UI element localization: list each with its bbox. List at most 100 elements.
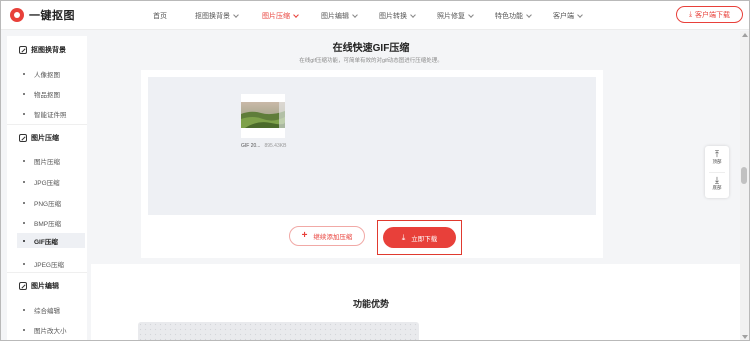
sidebar-item-label: 图片改大小 xyxy=(34,328,67,335)
nav-features-label: 特色功能 xyxy=(495,12,523,20)
bullet-icon xyxy=(23,222,25,224)
nav-home-label: 首页 xyxy=(153,12,167,20)
scroll-down-icon[interactable] xyxy=(742,335,748,339)
bullet-icon xyxy=(23,263,25,265)
chevron-down-icon xyxy=(352,11,358,18)
sidebar-item-label: JPEG压缩 xyxy=(34,262,64,269)
feature-title: 功能优势 xyxy=(352,299,389,309)
sidebar-item-jpg[interactable]: JPG压缩 xyxy=(23,177,60,187)
sidebar-item-label: 智能证件照 xyxy=(34,112,67,119)
file-thumbnail[interactable] xyxy=(241,94,285,138)
sidebar-item-portrait[interactable]: 人像抠图 xyxy=(23,69,60,79)
sidebar-item-image-compress[interactable]: 图片压缩 xyxy=(23,156,60,166)
sidebar-item-label: JPG压缩 xyxy=(34,180,60,187)
browser-viewport: 一键抠图 首页 抠图换背景 图片压缩 图片编辑 图片转换 照片修复 特色功能 客… xyxy=(0,0,750,341)
edit-icon xyxy=(19,282,27,290)
arrow-up-icon: ⤒ xyxy=(715,149,719,159)
chevron-down-icon xyxy=(526,11,532,18)
scrollbar-track[interactable] xyxy=(740,31,749,340)
nav-cutout-label: 抠图换背景 xyxy=(195,12,230,20)
bullet-icon xyxy=(23,93,25,95)
compress-icon xyxy=(19,134,27,142)
sidebar-section-cutout[interactable]: 抠图换背景 xyxy=(19,45,66,55)
sidebar-item-label: PNG压缩 xyxy=(34,201,62,208)
page-subtitle: 在线gif压缩功能，可简单有效的对gif动态图进行压缩处理。 xyxy=(299,58,443,64)
landscape-thumbnail-image xyxy=(241,102,285,128)
highlight-box: ⤓ 立即下载 xyxy=(377,220,462,255)
sidebar-item-label: 物品抠图 xyxy=(34,92,60,99)
bullet-icon xyxy=(23,239,25,242)
sidebar-section-edit[interactable]: 图片编辑 xyxy=(19,281,59,291)
download-icon: ⤓ xyxy=(688,10,693,18)
upload-drop-area[interactable]: GIF 20... 895.43KB xyxy=(148,77,596,215)
sidebar-section-title: 图片编辑 xyxy=(31,283,59,290)
download-icon: ⤓ xyxy=(401,232,406,242)
chevron-down-icon xyxy=(468,11,474,18)
back-to-top-label: 顶部 xyxy=(712,159,722,164)
sidebar-item-gif[interactable]: GIF压缩 xyxy=(17,233,85,248)
go-to-bottom-label: 底部 xyxy=(712,185,722,190)
scroll-up-icon[interactable] xyxy=(742,33,748,37)
sidebar-item-general-edit[interactable]: 综合编辑 xyxy=(23,305,60,315)
nav-convert[interactable]: 图片转换 xyxy=(379,1,437,30)
sidebar-item-label: 人像抠图 xyxy=(34,72,60,79)
sidebar-item-label: GIF压缩 xyxy=(34,238,58,246)
file-size: 895.43KB xyxy=(264,143,287,149)
sidebar: 抠图换背景 人像抠图 物品抠图 智能证件照 图片压缩 图片压缩 JPG压缩 PN… xyxy=(7,36,87,340)
nav-edit-label: 图片编辑 xyxy=(321,12,349,20)
file-name: GIF 20... xyxy=(241,143,261,149)
add-more-button[interactable]: + 继续添加压缩 xyxy=(289,226,365,246)
bullet-icon xyxy=(23,329,25,331)
nav-home[interactable]: 首页 xyxy=(153,1,195,30)
nav-repair[interactable]: 照片修复 xyxy=(437,1,495,30)
sidebar-divider xyxy=(7,124,87,125)
scrollbar-thumb[interactable] xyxy=(741,167,747,184)
floating-toolbar: ⤒ 顶部 ⤓ 底部 xyxy=(705,146,729,198)
nav-features[interactable]: 特色功能 xyxy=(495,1,553,30)
floating-divider xyxy=(709,172,725,173)
sidebar-section-compress[interactable]: 图片压缩 xyxy=(19,133,59,143)
chevron-down-icon xyxy=(410,11,416,18)
sidebar-item-id-photo[interactable]: 智能证件照 xyxy=(23,109,67,119)
sidebar-divider xyxy=(7,272,87,273)
bullet-icon xyxy=(23,181,25,183)
nav-convert-label: 图片转换 xyxy=(379,12,407,20)
bullet-icon xyxy=(23,160,25,162)
go-to-bottom-button[interactable]: ⤓ 底部 xyxy=(705,176,729,191)
sidebar-item-bmp[interactable]: BMP压缩 xyxy=(23,218,61,228)
chevron-down-icon xyxy=(577,11,583,18)
bullet-icon xyxy=(23,309,25,311)
client-download-button[interactable]: ⤓ 客户端下载 xyxy=(676,6,743,23)
download-now-button[interactable]: ⤓ 立即下载 xyxy=(383,227,456,248)
chevron-down-icon xyxy=(293,11,299,18)
sidebar-item-png[interactable]: PNG压缩 xyxy=(23,198,61,208)
nav-compress-label: 图片压缩 xyxy=(262,12,290,20)
plus-icon: + xyxy=(301,230,308,241)
feature-illustration xyxy=(138,322,419,340)
add-more-label: 继续添加压缩 xyxy=(313,234,353,241)
logo-icon xyxy=(10,8,24,22)
download-now-label: 立即下载 xyxy=(411,235,438,243)
chevron-down-icon xyxy=(233,11,239,18)
logo[interactable]: 一键抠图 xyxy=(10,7,75,23)
sidebar-item-object[interactable]: 物品抠图 xyxy=(23,89,60,99)
sidebar-section-title: 抠图换背景 xyxy=(31,47,66,54)
back-to-top-button[interactable]: ⤒ 顶部 xyxy=(705,150,729,165)
sidebar-item-jpeg[interactable]: JPEG压缩 xyxy=(23,259,64,269)
nav-cutout[interactable]: 抠图换背景 xyxy=(195,1,262,30)
top-header: 一键抠图 首页 抠图换背景 图片压缩 图片编辑 图片转换 照片修复 特色功能 客… xyxy=(1,1,749,30)
compress-card: GIF 20... 895.43KB + 继续添加压缩 ⤓ 立即下载 xyxy=(141,70,603,258)
sidebar-item-resize[interactable]: 图片改大小 xyxy=(23,325,67,335)
cutout-icon xyxy=(19,46,27,54)
logo-text: 一键抠图 xyxy=(29,10,75,22)
nav-client-label: 客户端 xyxy=(553,12,574,20)
client-download-label: 客户端下载 xyxy=(695,11,731,19)
bullet-icon xyxy=(23,113,25,115)
nav-client[interactable]: 客户端 xyxy=(553,1,603,30)
sidebar-item-label: 图片压缩 xyxy=(34,159,60,166)
nav-compress[interactable]: 图片压缩 xyxy=(262,1,321,30)
nav-edit[interactable]: 图片编辑 xyxy=(321,1,379,30)
bullet-icon xyxy=(23,73,25,75)
arrow-down-icon: ⤓ xyxy=(715,175,719,185)
sidebar-item-label: 综合编辑 xyxy=(34,308,60,315)
